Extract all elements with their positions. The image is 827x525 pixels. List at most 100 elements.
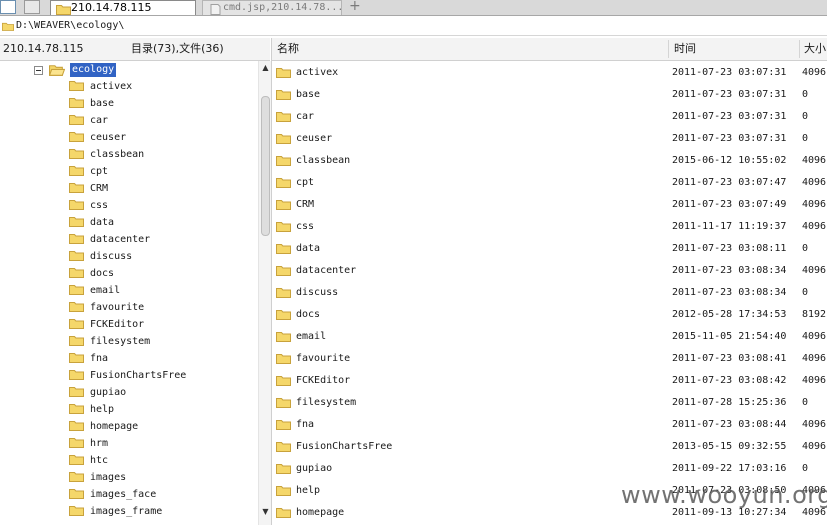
file-row[interactable]: base 2011-07-23 03:07:31 0 [272, 84, 827, 106]
path-bar[interactable]: D:\WEAVER\ecology\ [0, 17, 827, 36]
file-list: activex 2011-07-23 03:07:31 4096 base 2011-0… [272, 62, 827, 525]
file-time: 2011-07-23 03:07:31 [672, 67, 787, 78]
file-name: cpt [296, 177, 315, 188]
folder-icon [276, 310, 291, 320]
file-list-header: 名称 时间 大小 [272, 38, 827, 61]
file-row[interactable]: classbean 2015-06-12 10:55:02 4096 [272, 150, 827, 172]
file-time: 2011-07-23 03:08:42 [672, 375, 787, 386]
file-row[interactable]: FusionChartsFree 2013-05-15 09:32:55 4096 [272, 436, 827, 458]
folder-icon [69, 217, 84, 227]
tree-scrollbar[interactable]: ▲ ▼ [258, 61, 272, 525]
scroll-up-icon[interactable]: ▲ [261, 63, 270, 72]
file-row[interactable]: email 2015-11-05 21:54:40 4096 [272, 326, 827, 348]
file-size: 4096 [802, 155, 827, 166]
file-time: 2011-07-28 15:25:36 [672, 397, 787, 408]
column-divider[interactable] [668, 40, 669, 58]
file-row[interactable]: CRM 2011-07-23 03:07:49 4096 [272, 194, 827, 216]
tab-host[interactable]: 210.14.78.115 [50, 0, 196, 15]
folder-icon [69, 336, 84, 346]
file-name: docs [296, 309, 321, 320]
collapse-icon[interactable] [34, 66, 43, 75]
file-name: fna [296, 419, 315, 430]
column-header-name[interactable]: 名称 [277, 38, 299, 60]
window-icon[interactable] [0, 0, 16, 14]
file-time: 2011-07-23 03:08:44 [672, 419, 787, 430]
column-header-time[interactable]: 时间 [674, 38, 696, 60]
folder-icon [69, 506, 84, 516]
file-row[interactable]: datacenter 2011-07-23 03:08:34 4096 [272, 260, 827, 282]
file-time: 2013-05-15 09:32:55 [672, 441, 787, 452]
file-name: discuss [296, 287, 339, 298]
tree-item-label: images [90, 472, 127, 483]
file-size: 4096 [802, 441, 827, 452]
tree-item-label: gupiao [90, 387, 127, 398]
file-row[interactable]: gupiao 2011-09-22 17:03:16 0 [272, 458, 827, 480]
file-time: 2011-11-17 11:19:37 [672, 221, 787, 232]
file-name: gupiao [296, 463, 333, 474]
file-row[interactable]: activex 2011-07-23 03:07:31 4096 [272, 62, 827, 84]
folder-icon [276, 90, 291, 100]
column-divider[interactable] [799, 40, 800, 58]
file-size: 0 [802, 89, 809, 100]
tree-header: 210.14.78.115 目录(73),文件(36) [0, 38, 270, 61]
tree-item-label: CRM [90, 183, 109, 194]
open-folder-icon [49, 65, 65, 76]
file-name: base [296, 89, 321, 100]
tree-item-label: datacenter [90, 234, 151, 245]
tab-strip: 210.14.78.115 cmd.jsp,210.14.78... + [0, 0, 827, 16]
tree-item-label: cpt [90, 166, 109, 177]
add-tab-button[interactable]: + [349, 0, 361, 14]
file-name: help [296, 485, 321, 496]
file-row[interactable]: favourite 2011-07-23 03:08:41 4096 [272, 348, 827, 370]
file-time: 2011-07-23 03:07:31 [672, 111, 787, 122]
scroll-down-icon[interactable]: ▼ [261, 507, 270, 516]
tree-item-label: favourite [90, 302, 145, 313]
file-name: car [296, 111, 315, 122]
folder-icon [276, 134, 291, 144]
folder-icon [69, 115, 84, 125]
tree-item-label: data [90, 217, 115, 228]
file-size: 4096 [802, 177, 827, 188]
tree-item-label: help [90, 404, 115, 415]
file-size: 4096 [802, 419, 827, 430]
column-header-size[interactable]: 大小 [804, 38, 826, 60]
file-name: classbean [296, 155, 351, 166]
tree-item-label: classbean [90, 149, 145, 160]
file-row[interactable]: discuss 2011-07-23 03:08:34 0 [272, 282, 827, 304]
folder-icon [69, 149, 84, 159]
file-size: 0 [802, 287, 809, 298]
file-row[interactable]: ceuser 2011-07-23 03:07:31 0 [272, 128, 827, 150]
file-size: 0 [802, 463, 809, 474]
folder-icon [56, 5, 71, 15]
tree-item-label: activex [90, 81, 133, 92]
status-fragment [0, 515, 40, 525]
file-row[interactable]: docs 2012-05-28 17:34:53 8192 [272, 304, 827, 326]
file-name: filesystem [296, 397, 357, 408]
tab-menu-icon[interactable] [24, 0, 40, 14]
file-row[interactable]: FCKEditor 2011-07-23 03:08:42 4096 [272, 370, 827, 392]
file-time: 2011-07-23 03:07:47 [672, 177, 787, 188]
file-size: 4096 [802, 331, 827, 342]
file-row[interactable]: car 2011-07-23 03:07:31 0 [272, 106, 827, 128]
scrollbar-thumb[interactable] [261, 96, 270, 236]
file-time: 2011-07-23 03:07:31 [672, 133, 787, 144]
file-name: CRM [296, 199, 315, 210]
tree-item-label: email [90, 285, 121, 296]
folder-icon [69, 234, 84, 244]
tree-item-label: fna [90, 353, 109, 364]
file-row[interactable]: fna 2011-07-23 03:08:44 4096 [272, 414, 827, 436]
folder-icon [276, 222, 291, 232]
file-row[interactable]: cpt 2011-07-23 03:07:47 4096 [272, 172, 827, 194]
file-row[interactable]: css 2011-11-17 11:19:37 4096 [272, 216, 827, 238]
file-name: css [296, 221, 315, 232]
folder-icon [276, 464, 291, 474]
file-row[interactable]: data 2011-07-23 03:08:11 0 [272, 238, 827, 260]
file-name: email [296, 331, 327, 342]
folder-icon [276, 156, 291, 166]
tree-item-label: FusionChartsFree [90, 370, 187, 381]
tab-cmd[interactable]: cmd.jsp,210.14.78... [202, 0, 342, 15]
file-time: 2012-05-28 17:34:53 [672, 309, 787, 320]
file-size: 0 [802, 397, 809, 408]
file-row[interactable]: filesystem 2011-07-28 15:25:36 0 [272, 392, 827, 414]
folder-icon [276, 398, 291, 408]
